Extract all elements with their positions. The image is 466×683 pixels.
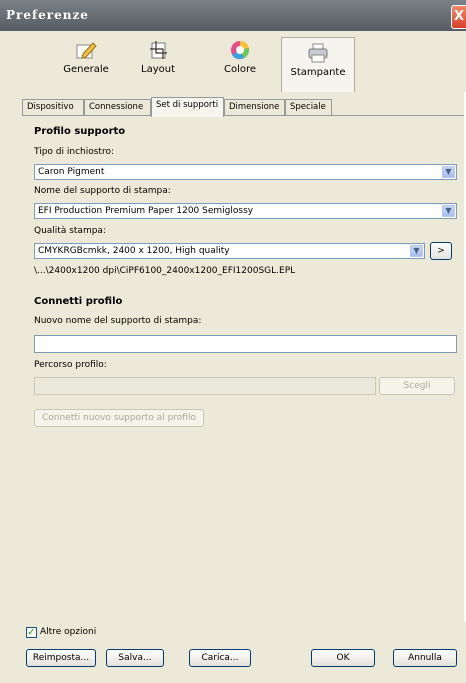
media-name-label: Nome del supporto di stampa: [34, 186, 171, 196]
preferences-toolbar: Generale Layout Colore Stampante [0, 31, 466, 93]
toolbar-item-label: Stampante [290, 67, 346, 78]
ink-type-dropdown[interactable]: Caron Pigment ▼ [34, 164, 457, 180]
printer-icon [308, 43, 328, 63]
media-name-value: EFI Production Premium Paper 1200 Semigl… [38, 206, 254, 216]
media-profile-heading: Profilo supporto [34, 126, 126, 137]
more-options-checkbox[interactable]: ✓ [26, 627, 37, 638]
tab-strip: Dispositivo Connessione Set di supporti … [22, 97, 464, 117]
toolbar-item-label: Generale [63, 64, 109, 75]
choose-profile-button[interactable]: Scegli [379, 377, 455, 395]
profile-path-label: Percorso profilo: [34, 360, 107, 370]
chevron-down-icon: ▼ [410, 245, 423, 257]
close-button[interactable]: X [451, 5, 466, 29]
new-media-name-input[interactable] [34, 335, 457, 353]
toolbar-item-label: Colore [223, 64, 257, 75]
settings-panel: Dispositivo Connessione Set di supporti … [22, 92, 464, 623]
toolbar-item-colore[interactable]: Colore [204, 35, 276, 89]
color-wheel-icon [231, 40, 250, 60]
toolbar-item-stampante[interactable]: Stampante [281, 37, 355, 93]
new-media-name-label: Nuovo nome del supporto di stampa: [34, 316, 202, 326]
left-margin [0, 92, 22, 622]
dialog-footer: ✓ Altre opzioni Reimposta... Salva... Ca… [0, 622, 466, 683]
pencil-edit-icon [76, 42, 97, 59]
layout-crop-icon [150, 41, 167, 59]
toolbar-item-label: Layout [141, 64, 175, 75]
tab-dispositivo[interactable]: Dispositivo [22, 99, 84, 115]
toolbar-item-generale[interactable]: Generale [50, 35, 122, 89]
chevron-down-icon: ▼ [442, 166, 455, 178]
connect-media-to-profile-button[interactable]: Connetti nuovo supporto al profilo [34, 409, 204, 427]
cancel-button[interactable]: Annulla [393, 649, 457, 667]
tab-dimensione[interactable]: Dimensione [224, 99, 285, 115]
more-options-label: Altre opzioni [40, 627, 97, 637]
profile-file-path: \...\2400x1200 dpi\CiPF6100_2400x1200_EF… [34, 266, 296, 276]
ok-button[interactable]: OK [311, 649, 375, 667]
reset-button[interactable]: Reimposta... [26, 649, 96, 667]
print-quality-label: Qualità stampa: [34, 226, 106, 236]
title-bar: Preferenze X [0, 0, 466, 31]
tab-speciale[interactable]: Speciale [285, 99, 332, 115]
print-quality-value: CMYKRGBcmkk, 2400 x 1200, High quality [38, 246, 230, 256]
profile-path-input[interactable] [34, 377, 376, 395]
toolbar-item-layout[interactable]: Layout [122, 35, 194, 89]
chevron-down-icon: ▼ [442, 205, 455, 217]
tab-set-di-supporti[interactable]: Set di supporti [151, 97, 224, 117]
ink-type-value: Caron Pigment [38, 167, 105, 177]
tab-connessione[interactable]: Connessione [84, 99, 151, 115]
quality-details-button[interactable]: > [430, 242, 452, 260]
connect-profile-heading: Connetti profilo [34, 296, 123, 307]
ink-type-label: Tipo di inchiostro: [34, 147, 114, 157]
save-button[interactable]: Salva... [106, 649, 164, 667]
print-quality-dropdown[interactable]: CMYKRGBcmkk, 2400 x 1200, High quality ▼ [34, 243, 425, 259]
tab-page-media-set: Profilo supporto Tipo di inchiostro: Car… [22, 115, 464, 623]
window-title: Preferenze [6, 8, 89, 22]
media-name-dropdown[interactable]: EFI Production Premium Paper 1200 Semigl… [34, 203, 457, 219]
load-button[interactable]: Carica... [189, 649, 251, 667]
